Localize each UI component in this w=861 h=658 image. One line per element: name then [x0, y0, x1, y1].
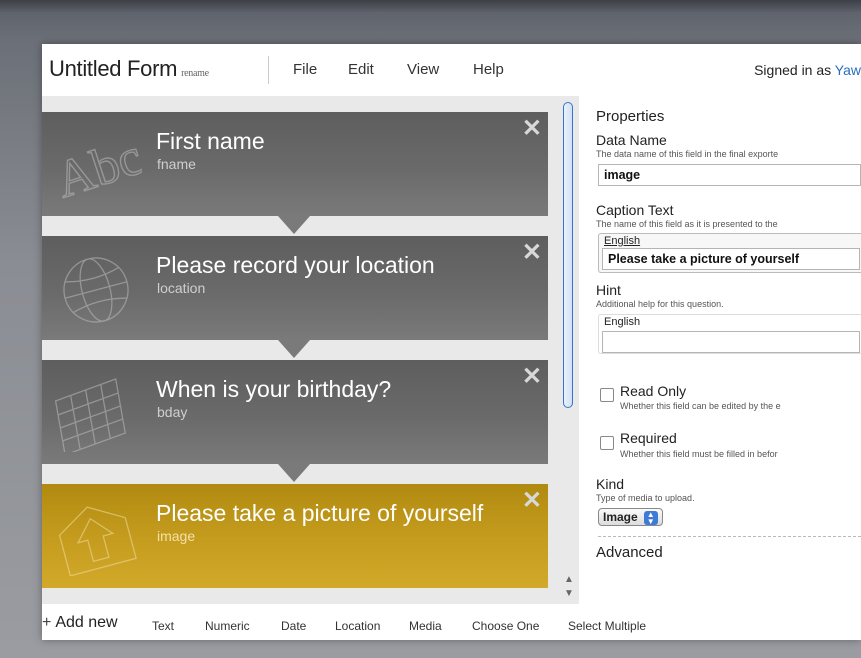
- data-name-label: Data Name: [596, 132, 667, 148]
- caption-language-label: English: [604, 235, 641, 247]
- hint-input[interactable]: [602, 331, 860, 353]
- add-location-button[interactable]: Location: [335, 619, 380, 633]
- add-date-button[interactable]: Date: [281, 619, 306, 633]
- form-workspace: Abc First name fname ✕ Please record you…: [42, 96, 579, 604]
- remove-field-button[interactable]: ✕: [522, 238, 542, 267]
- field-title: First name: [156, 128, 265, 154]
- menu-file[interactable]: File: [293, 61, 317, 78]
- field-card-location[interactable]: Please record your location location ✕: [42, 236, 548, 340]
- menu-view[interactable]: View: [407, 61, 439, 78]
- select-stepper-icon: ▲ ▼: [643, 510, 658, 525]
- hint-label: Hint: [596, 282, 621, 298]
- kind-select[interactable]: Image ▲ ▼: [598, 508, 663, 526]
- add-text-button[interactable]: Text: [152, 619, 174, 633]
- form-builder-window: Untitled Form rename File Edit View Help …: [42, 44, 861, 640]
- required-label: Required: [620, 430, 677, 446]
- hint-language-label: English: [604, 316, 641, 328]
- remove-field-button[interactable]: ✕: [522, 114, 542, 143]
- desktop-top-strip: [0, 0, 861, 12]
- globe-icon: [63, 257, 129, 323]
- add-media-button[interactable]: Media: [409, 619, 442, 633]
- read-only-checkbox[interactable]: [600, 388, 614, 402]
- caption-text-help: The name of this field as it is presente…: [596, 219, 778, 229]
- caption-language-box: English: [598, 233, 861, 273]
- add-numeric-button[interactable]: Numeric: [205, 619, 250, 633]
- field-data-name: bday: [157, 404, 188, 420]
- upload-arrow-icon: [58, 506, 137, 576]
- section-divider: [598, 536, 861, 537]
- add-new-text: Add new: [55, 614, 118, 631]
- abc-text-icon: Abc: [50, 128, 142, 204]
- read-only-help: Whether this field can be edited by the …: [620, 401, 781, 411]
- menu-edit[interactable]: Edit: [348, 61, 374, 78]
- add-new-label: + Add new: [42, 614, 118, 632]
- read-only-label: Read Only: [620, 383, 687, 399]
- header-divider: [268, 56, 269, 84]
- data-name-help: The data name of this field in the final…: [596, 149, 779, 159]
- required-help: Whether this field must be filled in bef…: [620, 449, 778, 459]
- hint-language-box: English: [598, 314, 861, 354]
- caption-text-input[interactable]: [602, 248, 860, 270]
- data-name-input[interactable]: [598, 164, 861, 186]
- field-title: Please take a picture of yourself: [156, 500, 484, 526]
- plus-icon: +: [42, 614, 52, 631]
- advanced-toggle[interactable]: Advanced: [596, 544, 663, 561]
- kind-label: Kind: [596, 476, 625, 492]
- flow-pointer: [278, 464, 310, 482]
- field-card-fname[interactable]: Abc First name fname ✕: [42, 112, 548, 216]
- field-data-name: fname: [157, 156, 196, 172]
- field-title: When is your birthday?: [156, 376, 392, 402]
- field-data-name: location: [157, 280, 206, 296]
- caption-text-label: Caption Text: [596, 202, 674, 218]
- required-checkbox[interactable]: [600, 436, 614, 450]
- scroll-down-arrow[interactable]: ▼: [564, 588, 574, 599]
- signed-in-user-link[interactable]: Yaw: [835, 62, 861, 78]
- signed-in-status: Signed in as Yaw: [754, 62, 861, 78]
- signed-in-prefix: Signed in as: [754, 62, 832, 78]
- add-field-toolbar: + Add new Text Numeric Date Location Medi…: [42, 604, 861, 640]
- kind-help: Type of media to upload.: [596, 493, 695, 503]
- field-title: Please record your location: [156, 252, 435, 278]
- hint-help: Additional help for this question.: [596, 299, 724, 309]
- remove-field-button[interactable]: ✕: [522, 486, 542, 515]
- scroll-up-arrow[interactable]: ▲: [564, 574, 574, 585]
- field-card-image[interactable]: Please take a picture of yourself image …: [42, 484, 548, 588]
- header-bar: Untitled Form rename File Edit View Help …: [42, 44, 861, 96]
- add-choose-one-button[interactable]: Choose One: [472, 619, 539, 633]
- svg-text:Abc: Abc: [50, 128, 142, 204]
- field-card-bday[interactable]: When is your birthday? bday ✕: [42, 360, 548, 464]
- form-title: Untitled Form rename: [49, 56, 209, 82]
- add-select-multiple-button[interactable]: Select Multiple: [568, 619, 646, 633]
- field-data-name: image: [157, 528, 196, 544]
- menu-help[interactable]: Help: [473, 61, 504, 78]
- workspace-scrollbar-thumb[interactable]: [563, 102, 573, 408]
- flow-pointer: [278, 216, 310, 234]
- flow-pointer: [278, 340, 310, 358]
- properties-heading: Properties: [596, 108, 665, 125]
- kind-select-value: Image: [603, 510, 638, 524]
- properties-panel: Properties Data Name The data name of th…: [596, 108, 861, 604]
- form-title-text: Untitled Form: [49, 56, 178, 81]
- calendar-icon: [54, 378, 126, 452]
- rename-link[interactable]: rename: [181, 68, 209, 79]
- remove-field-button[interactable]: ✕: [522, 362, 542, 391]
